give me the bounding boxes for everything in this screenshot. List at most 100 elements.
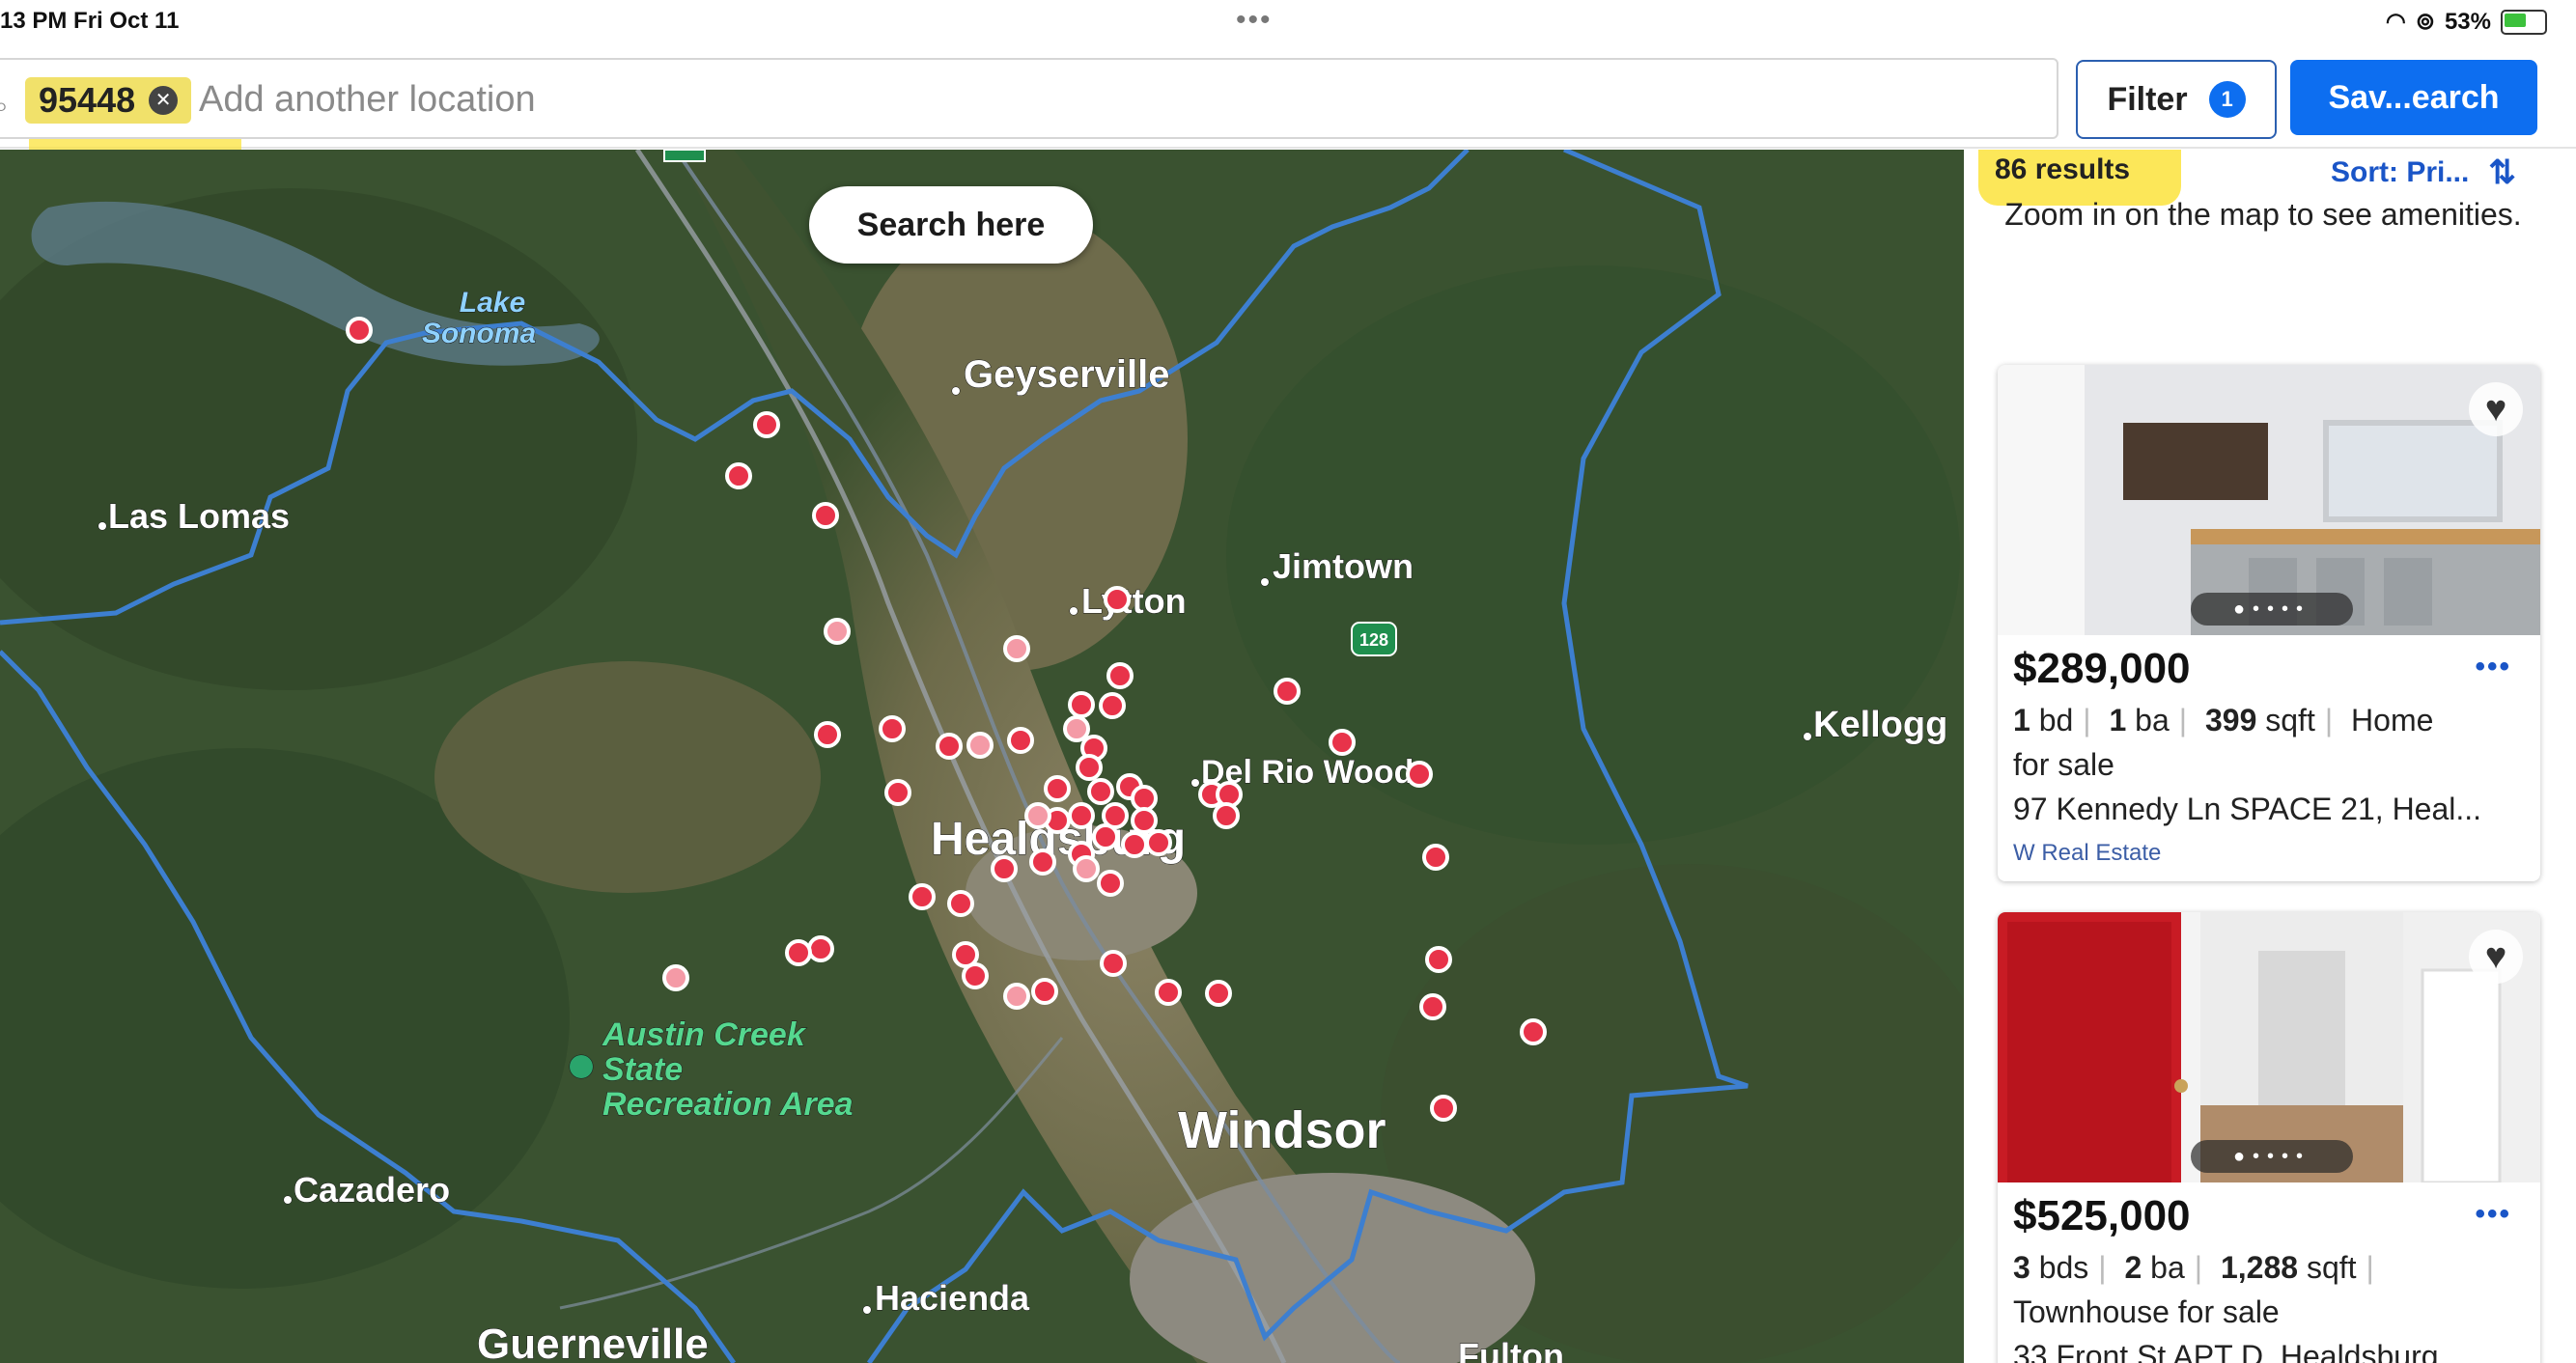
- listing-marker[interactable]: [1155, 979, 1182, 1006]
- place-label-park-1: Austin Creek: [602, 1016, 807, 1053]
- multitask-dots-icon[interactable]: •••: [1236, 4, 1273, 37]
- listing-marker[interactable]: [936, 733, 963, 760]
- listing-marker[interactable]: [753, 411, 780, 438]
- add-location-input[interactable]: [197, 71, 2016, 127]
- sqft-value: 1,288: [2220, 1250, 2299, 1285]
- listing-photo[interactable]: ♥ ●••••: [1998, 365, 2540, 635]
- sqft-label: sqft: [2306, 1250, 2357, 1285]
- listing-marker[interactable]: [814, 721, 841, 748]
- close-icon[interactable]: ✕: [149, 86, 179, 115]
- listing-address[interactable]: 33 Front St APT D, Healdsburg: [2013, 1339, 2439, 1363]
- battery-percent: 53%: [2444, 8, 2491, 35]
- photo-pagination-dots[interactable]: ●••••: [2191, 1140, 2353, 1173]
- listing-photo[interactable]: ♥ ●••••: [1998, 912, 2540, 1184]
- listing-card[interactable]: ♥ ●•••• $289,000 ••• 1 bd | 1 ba | 399 sqf…: [1998, 365, 2540, 881]
- photo-pagination-dots[interactable]: ●••••: [2191, 593, 2353, 626]
- route-128-shield: 128: [1351, 622, 1397, 656]
- listing-marker[interactable]: [1087, 778, 1114, 805]
- listing-marker[interactable]: [1044, 775, 1071, 802]
- battery-icon: [2501, 9, 2547, 35]
- listing-marker[interactable]: [812, 502, 839, 529]
- listing-marker[interactable]: [1274, 678, 1301, 705]
- place-label-lake-sonoma-2: Sonoma: [422, 318, 536, 349]
- beds-label: bds: [2038, 1250, 2089, 1285]
- listing-marker[interactable]: [1092, 823, 1119, 850]
- listing-marker[interactable]: [1205, 980, 1232, 1007]
- lock-rotation-icon: ⊚: [2415, 9, 2435, 35]
- listing-marker[interactable]: [1100, 950, 1127, 977]
- listing-price: $525,000: [2013, 1192, 2191, 1239]
- listing-marker[interactable]: [1031, 978, 1058, 1005]
- filter-button[interactable]: Filter 1: [2076, 60, 2277, 139]
- search-here-button[interactable]: Search here: [809, 186, 1093, 264]
- sort-button[interactable]: Sort: Pri... ⇅: [2331, 153, 2516, 192]
- listing-card[interactable]: ♥ ●•••• $525,000 ••• 3 bds | 2 ba | 1,288 …: [1998, 912, 2540, 1363]
- place-label-windsor: Windsor: [1178, 1101, 1386, 1159]
- listing-facts: 3 bds | 2 ba | 1,288 sqft |: [2013, 1250, 2374, 1285]
- save-search-button[interactable]: Sav...earch: [2290, 60, 2537, 135]
- beds-value: 1: [2013, 703, 2030, 737]
- listing-marker[interactable]: [879, 715, 906, 742]
- listing-marker[interactable]: [1213, 802, 1240, 829]
- listing-marker[interactable]: [1106, 662, 1134, 689]
- listing-marker[interactable]: [1425, 946, 1452, 973]
- listing-address[interactable]: 97 Kennedy Ln SPACE 21, Heal...: [2013, 792, 2481, 827]
- listing-marker[interactable]: [1029, 848, 1056, 876]
- heart-icon[interactable]: ♥: [2469, 382, 2523, 436]
- location-search-box[interactable]: ⌕ 95448 ✕: [0, 58, 2058, 139]
- listing-marker[interactable]: [807, 935, 834, 962]
- listing-marker[interactable]: [346, 317, 373, 344]
- place-label-lake-sonoma-1: Lake: [460, 287, 525, 319]
- listing-marker[interactable]: [1430, 1095, 1457, 1122]
- more-options-icon[interactable]: •••: [2475, 1198, 2511, 1231]
- listing-marker[interactable]: [1145, 829, 1172, 856]
- heart-icon[interactable]: ♥: [2469, 930, 2523, 984]
- listing-marker[interactable]: [1024, 802, 1051, 829]
- map-view[interactable]: 128 Lake Sonoma Geyserville Las Lomas Ji…: [0, 150, 1964, 1363]
- listing-marker[interactable]: [785, 939, 812, 966]
- listing-marker[interactable]: [909, 883, 936, 910]
- listing-marker[interactable]: [1131, 807, 1158, 834]
- location-chip[interactable]: 95448 ✕: [25, 77, 192, 124]
- listing-marker[interactable]: [662, 964, 689, 991]
- listing-marker[interactable]: [1068, 691, 1095, 718]
- listing-marker[interactable]: [824, 618, 851, 645]
- listing-facts: 1 bd | 1 ba | 399 sqft | Home: [2013, 703, 2434, 737]
- listing-marker[interactable]: [1329, 729, 1356, 756]
- satellite-map[interactable]: 128 Lake Sonoma Geyserville Las Lomas Ji…: [0, 150, 1964, 1363]
- route-shield-top: [663, 150, 706, 162]
- listing-marker[interactable]: [1003, 983, 1030, 1010]
- listing-marker[interactable]: [962, 962, 989, 989]
- listing-marker[interactable]: [1003, 635, 1030, 662]
- zoom-message: Zoom in on the map to see amenities.: [2004, 197, 2522, 232]
- listing-marker[interactable]: [991, 855, 1018, 882]
- property-type: Townhouse for sale: [2013, 1294, 2280, 1329]
- wifi-icon: ◠: [2385, 9, 2406, 35]
- listing-marker[interactable]: [1097, 870, 1124, 897]
- listing-marker[interactable]: [725, 462, 752, 489]
- listing-marker[interactable]: [1104, 586, 1131, 613]
- listing-marker[interactable]: [1076, 754, 1103, 781]
- sqft-value: 399: [2204, 703, 2257, 737]
- listing-marker[interactable]: [966, 732, 994, 759]
- listing-marker[interactable]: [1419, 993, 1446, 1020]
- results-panel: 86 results Sort: Pri... ⇅ Zoom in on the…: [1964, 150, 2576, 1363]
- listing-marker[interactable]: [1007, 727, 1034, 754]
- listing-marker[interactable]: [1131, 785, 1158, 812]
- place-label-jimtown: Jimtown: [1273, 546, 1414, 586]
- place-label-lytton: Lytton: [1081, 581, 1187, 621]
- results-count: 86 results: [1995, 153, 2131, 185]
- listing-marker[interactable]: [884, 779, 911, 806]
- listing-marker[interactable]: [1068, 802, 1095, 829]
- listing-marker[interactable]: [1073, 855, 1100, 882]
- listing-marker[interactable]: [1422, 844, 1449, 871]
- more-options-icon[interactable]: •••: [2475, 651, 2511, 683]
- baths-label: ba: [2135, 703, 2170, 737]
- listing-marker[interactable]: [1406, 761, 1433, 788]
- listing-marker[interactable]: [1121, 831, 1148, 858]
- listing-marker[interactable]: [947, 890, 974, 917]
- filter-count-badge: 1: [2208, 81, 2246, 118]
- listing-marker[interactable]: [1099, 692, 1126, 719]
- listing-marker[interactable]: [1520, 1018, 1547, 1045]
- listing-marker[interactable]: [1063, 715, 1090, 742]
